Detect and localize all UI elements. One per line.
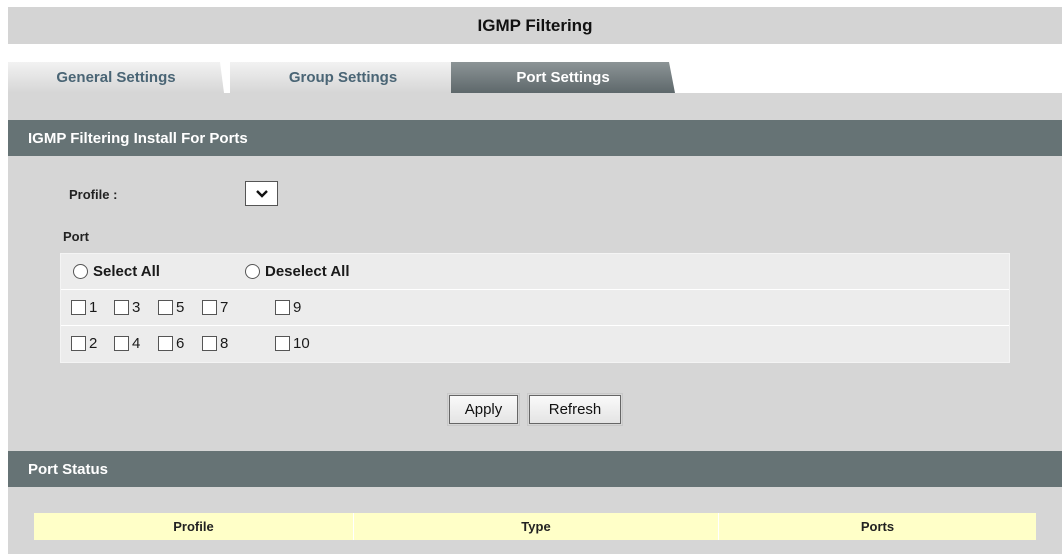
column-header-profile: Profile bbox=[34, 513, 354, 540]
port-number: 1 bbox=[89, 299, 98, 316]
port-6-checkbox[interactable]: 6 bbox=[158, 335, 184, 352]
checkbox-icon bbox=[114, 300, 129, 315]
column-header-ports: Ports bbox=[860, 519, 895, 534]
port-number: 10 bbox=[293, 335, 310, 352]
port-10-checkbox[interactable]: 10 bbox=[275, 335, 310, 352]
port-5-checkbox[interactable]: 5 bbox=[158, 299, 184, 316]
deselect-all-radio[interactable]: Deselect All bbox=[245, 263, 350, 280]
section-header-port-status: Port Status bbox=[8, 451, 1062, 487]
column-header-type: Type bbox=[354, 513, 719, 540]
profile-select[interactable] bbox=[245, 181, 278, 206]
section-title: Port Status bbox=[28, 460, 109, 478]
tab-label: General Settings bbox=[56, 69, 176, 86]
tab-label: Port Settings bbox=[516, 69, 610, 86]
port-number: 3 bbox=[132, 299, 141, 316]
port-number: 9 bbox=[293, 299, 302, 316]
tab-port-settings[interactable]: Port Settings bbox=[451, 62, 675, 93]
port-number: 6 bbox=[176, 335, 185, 352]
port-7-checkbox[interactable]: 7 bbox=[202, 299, 228, 316]
checkbox-icon bbox=[71, 336, 86, 351]
port-number: 7 bbox=[220, 299, 229, 316]
tab-group-settings[interactable]: Group Settings bbox=[230, 62, 456, 93]
port-number: 5 bbox=[176, 299, 185, 316]
tab-label: Group Settings bbox=[288, 69, 398, 86]
section-title: IGMP Filtering Install For Ports bbox=[28, 129, 248, 147]
port-3-checkbox[interactable]: 3 bbox=[114, 299, 140, 316]
deselect-all-label: Deselect All bbox=[265, 263, 350, 280]
radio-icon bbox=[245, 264, 260, 279]
port-selection-table: Select All Deselect All 1 3 5 7 9 2 4 6 … bbox=[60, 253, 1010, 363]
checkbox-icon bbox=[71, 300, 86, 315]
port-row-even: 2 4 6 8 10 bbox=[61, 326, 1009, 362]
checkbox-icon bbox=[114, 336, 129, 351]
port-row-odd: 1 3 5 7 9 bbox=[61, 290, 1009, 326]
profile-label: Profile : bbox=[69, 187, 118, 202]
tab-general-settings[interactable]: General Settings bbox=[8, 62, 224, 93]
page-title: IGMP Filtering bbox=[8, 7, 1062, 44]
checkbox-icon bbox=[158, 336, 173, 351]
select-all-label: Select All bbox=[93, 263, 160, 280]
checkbox-icon bbox=[202, 300, 217, 315]
port-label: Port bbox=[63, 229, 89, 244]
checkbox-icon bbox=[158, 300, 173, 315]
section-header-install: IGMP Filtering Install For Ports bbox=[8, 120, 1062, 156]
select-row: Select All Deselect All bbox=[61, 254, 1009, 290]
radio-icon bbox=[73, 264, 88, 279]
chevron-down-icon bbox=[255, 189, 268, 198]
tab-bar: General Settings Group Settings Port Set… bbox=[8, 62, 1062, 93]
checkbox-icon bbox=[202, 336, 217, 351]
refresh-button[interactable]: Refresh bbox=[527, 393, 623, 426]
port-8-checkbox[interactable]: 8 bbox=[202, 335, 228, 352]
port-number: 4 bbox=[132, 335, 141, 352]
port-1-checkbox[interactable]: 1 bbox=[71, 299, 97, 316]
port-number: 2 bbox=[89, 335, 98, 352]
port-status-table-header: Profile Type Ports bbox=[34, 513, 1036, 540]
checkbox-icon bbox=[275, 300, 290, 315]
page-title-text: IGMP Filtering bbox=[477, 15, 593, 35]
checkbox-icon bbox=[275, 336, 290, 351]
port-9-checkbox[interactable]: 9 bbox=[275, 299, 301, 316]
page: IGMP Filtering General Settings Group Se… bbox=[0, 0, 1062, 554]
port-2-checkbox[interactable]: 2 bbox=[71, 335, 97, 352]
port-number: 8 bbox=[220, 335, 229, 352]
port-4-checkbox[interactable]: 4 bbox=[114, 335, 140, 352]
select-all-radio[interactable]: Select All bbox=[73, 263, 160, 280]
apply-button[interactable]: Apply bbox=[447, 393, 520, 426]
